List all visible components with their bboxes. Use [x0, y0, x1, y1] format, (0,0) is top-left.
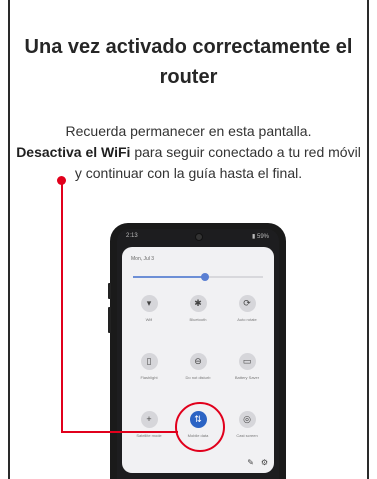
annotation-dot — [57, 176, 66, 185]
bluetooth-icon: ✱ — [189, 295, 207, 312]
quick-tile-label: Auto rotate — [237, 317, 257, 322]
frame-right-border — [367, 0, 369, 479]
phone-side-button — [108, 283, 111, 299]
quick-tile-label: Wifi — [145, 317, 153, 322]
instructions-emphasis: Desactiva el WiFi — [16, 144, 131, 160]
annotation-highlight-ring — [175, 402, 225, 452]
quick-tile-add[interactable]: + Satellite mode — [127, 411, 171, 438]
camera-icon — [195, 233, 203, 241]
status-time: 2:13 — [126, 233, 138, 239]
gear-icon[interactable]: ⚙ — [261, 458, 268, 467]
battery-saver-icon: ▭ — [238, 353, 256, 370]
brightness-slider[interactable] — [133, 273, 263, 281]
instructions-line1: Recuerda permanecer en esta pantalla. — [65, 123, 312, 139]
quick-tile-battery-saver[interactable]: ▭ Battery Saver — [225, 353, 269, 380]
quick-tile-flashlight[interactable]: ▯ Flashlight — [127, 353, 171, 380]
add-icon: + — [140, 411, 158, 428]
frame-left-border — [8, 0, 10, 479]
status-bar: 2:13 ▮ 59% — [117, 229, 279, 245]
brightness-slider-fill — [133, 276, 205, 278]
annotation-line-vertical — [61, 181, 63, 432]
quick-tile-label: Cast screen — [236, 433, 258, 438]
edit-icon[interactable]: ✎ — [247, 458, 254, 467]
quick-tile-bluetooth[interactable]: ✱ Bluetooth — [176, 295, 220, 322]
brightness-slider-handle[interactable] — [200, 273, 209, 281]
flashlight-icon: ▯ — [140, 353, 158, 370]
do-not-disturb-icon: ⊖ — [189, 353, 207, 370]
quick-tile-label: Do not disturb — [185, 375, 211, 380]
page-title: Una vez activado correctamente el router — [24, 36, 353, 88]
phone-volume-button — [108, 307, 111, 333]
wifi-icon: ▾ — [140, 295, 158, 312]
auto-rotate-icon: ⟳ — [238, 295, 256, 312]
instructions-text: Recuerda permanecer en esta pantalla. De… — [12, 121, 365, 184]
quick-tile-label: Satellite mode — [136, 433, 162, 438]
annotation-line-horizontal — [61, 431, 178, 433]
quick-tile-do-not-disturb[interactable]: ⊖ Do not disturb — [176, 353, 220, 380]
cast-icon: ◎ — [238, 411, 256, 428]
quick-tile-auto-rotate[interactable]: ⟳ Auto rotate — [225, 295, 269, 322]
panel-date: Mon, Jul 3 — [131, 256, 155, 262]
quick-tile-cast[interactable]: ◎ Cast screen — [225, 411, 269, 438]
quick-tile-label: Battery Saver — [234, 375, 260, 380]
quick-tile-wifi[interactable]: ▾ Wifi — [127, 295, 171, 322]
quick-tile-label: Flashlight — [140, 375, 158, 380]
status-battery: ▮ 59% — [252, 234, 269, 240]
quick-tile-label: Bluetooth — [189, 317, 207, 322]
